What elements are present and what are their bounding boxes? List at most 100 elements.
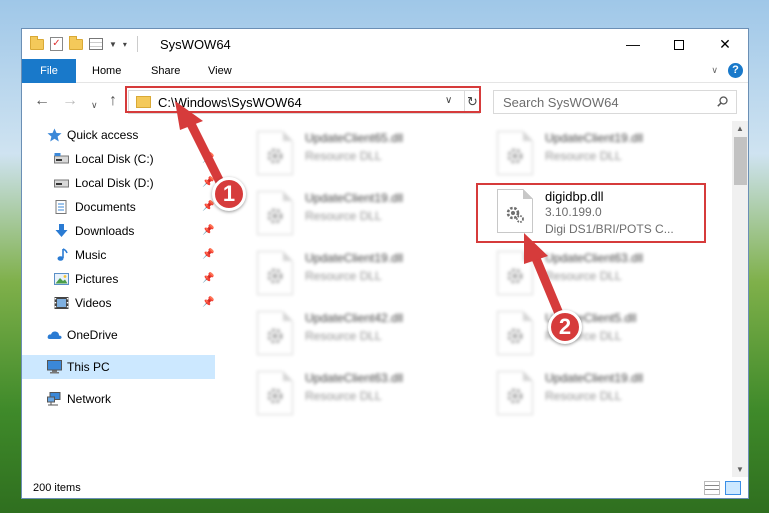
scroll-down-icon[interactable]: ▼ xyxy=(736,465,744,474)
computer-icon xyxy=(47,360,62,374)
file-name: UpdateClient42.dll xyxy=(305,311,404,325)
file-type: Resource DLL xyxy=(305,269,382,283)
quick-access-toolbar: ✓ ▼ ▾ xyxy=(30,35,138,52)
dll-file-icon xyxy=(257,311,293,355)
sidebar-item-documents[interactable]: Documents 📌 xyxy=(22,195,215,219)
sidebar-item-this-pc[interactable]: This PC xyxy=(22,355,215,379)
tab-home[interactable]: Home xyxy=(92,59,121,83)
file-type: Resource DLL xyxy=(545,149,622,163)
tab-view[interactable]: View xyxy=(208,59,232,83)
sidebar-item-label: Downloads xyxy=(75,224,135,238)
back-arrow-icon[interactable]: ← xyxy=(34,92,50,110)
dll-file-icon xyxy=(497,311,533,355)
new-folder-icon[interactable] xyxy=(69,35,83,50)
gear-icon xyxy=(507,268,523,284)
callout-step-2: 2 xyxy=(548,310,582,344)
pin-icon[interactable]: 📌 xyxy=(202,147,214,171)
sidebar-item-onedrive[interactable]: OneDrive xyxy=(22,323,215,347)
sidebar-item-downloads[interactable]: Downloads 📌 xyxy=(22,219,215,243)
pin-icon[interactable]: 📌 xyxy=(202,243,214,267)
toolbar-divider xyxy=(136,36,138,52)
dll-file-icon xyxy=(257,131,293,175)
list-item[interactable]: UpdateClient42.dll Resource DLL xyxy=(251,307,481,359)
network-icon xyxy=(47,392,61,406)
expand-ribbon-icon[interactable]: ∨ xyxy=(711,65,718,76)
list-item[interactable]: UpdateClient65.dll Resource DLL xyxy=(251,127,481,179)
file-type: Resource DLL xyxy=(305,329,382,343)
properties-check-icon[interactable]: ✓ xyxy=(50,37,63,51)
file-name: UpdateClient63.dll xyxy=(305,371,404,385)
sidebar-item-label: OneDrive xyxy=(67,328,118,342)
search-icon[interactable] xyxy=(717,96,728,107)
sidebar-item-quick-access[interactable]: Quick access xyxy=(22,123,215,147)
list-item[interactable]: UpdateClient19.dll Resource DLL xyxy=(491,367,721,419)
recent-locations-icon[interactable]: ∨ xyxy=(91,96,98,114)
sidebar-item-label: This PC xyxy=(67,360,110,374)
sidebar-item-pictures[interactable]: Pictures 📌 xyxy=(22,267,215,291)
list-item[interactable]: UpdateClient63.dll Resource DLL xyxy=(251,367,481,419)
list-item[interactable]: UpdateClient19.dll Resource DLL xyxy=(491,127,721,179)
maximize-icon xyxy=(674,40,684,51)
dll-file-icon xyxy=(497,371,533,415)
customize-toolbar-icon[interactable]: ▾ xyxy=(123,40,127,49)
help-icon[interactable]: ? xyxy=(728,63,743,78)
large-icons-view-icon[interactable] xyxy=(725,481,741,495)
gear-icon xyxy=(507,328,523,344)
minimize-button[interactable]: — xyxy=(610,29,656,59)
pin-icon[interactable]: 📌 xyxy=(202,219,214,243)
file-name: UpdateClient19.dll xyxy=(305,191,404,205)
properties-icon[interactable] xyxy=(89,38,103,50)
sidebar-item-videos[interactable]: Videos 📌 xyxy=(22,291,215,315)
list-item[interactable]: UpdateClient5.dll Resource DLL xyxy=(491,307,721,359)
close-icon: ✕ xyxy=(719,36,731,52)
star-icon xyxy=(47,128,62,142)
dll-file-icon xyxy=(497,251,533,295)
forward-arrow-icon[interactable]: → xyxy=(62,92,78,110)
cloud-icon xyxy=(47,331,62,339)
sidebar-item-local-disk-c[interactable]: Local Disk (C:) 📌 xyxy=(22,147,215,171)
file-name: UpdateClient63.dll xyxy=(545,251,644,265)
chevron-down-icon[interactable]: ▼ xyxy=(109,40,117,49)
search-placeholder: Search SysWOW64 xyxy=(503,95,619,110)
file-type: Resource DLL xyxy=(545,269,622,283)
file-name: UpdateClient19.dll xyxy=(545,371,644,385)
tab-share[interactable]: Share xyxy=(151,59,180,83)
vertical-scrollbar[interactable]: ▲ ▼ xyxy=(732,121,748,477)
dll-file-icon xyxy=(257,191,293,235)
music-icon xyxy=(57,248,68,261)
sidebar-item-music[interactable]: Music 📌 xyxy=(22,243,215,267)
tab-file[interactable]: File xyxy=(22,59,76,83)
maximize-button[interactable] xyxy=(656,29,702,59)
documents-icon xyxy=(55,200,67,214)
list-item[interactable]: UpdateClient19.dll Resource DLL xyxy=(251,247,481,299)
dll-file-icon xyxy=(257,251,293,295)
pin-icon[interactable]: 📌 xyxy=(202,267,214,291)
up-arrow-icon[interactable]: ↑ xyxy=(109,92,117,110)
gear-icon xyxy=(267,388,283,404)
list-item[interactable]: UpdateClient19.dll Resource DLL xyxy=(251,187,481,239)
close-button[interactable]: ✕ xyxy=(702,29,748,59)
callout-step-1: 1 xyxy=(212,177,246,211)
gear-icon xyxy=(507,148,523,164)
ribbon: File Home Share View ∨ ? xyxy=(22,59,748,83)
search-input[interactable]: Search SysWOW64 xyxy=(493,90,737,114)
file-name: UpdateClient19.dll xyxy=(545,131,644,145)
scroll-up-icon[interactable]: ▲ xyxy=(736,124,744,133)
pictures-icon xyxy=(54,273,69,285)
drive-icon xyxy=(54,153,69,164)
gear-icon xyxy=(267,268,283,284)
list-item[interactable]: UpdateClient63.dll Resource DLL xyxy=(491,247,721,299)
sidebar-item-label: Pictures xyxy=(75,272,119,286)
item-count: 200 items xyxy=(33,482,81,494)
file-type: Resource DLL xyxy=(305,209,382,223)
details-view-icon[interactable] xyxy=(704,481,720,495)
scroll-thumb[interactable] xyxy=(734,137,747,185)
sidebar-item-local-disk-d[interactable]: Local Disk (D:) 📌 xyxy=(22,171,215,195)
folder-icon[interactable] xyxy=(30,35,44,50)
sidebar-item-network[interactable]: Network xyxy=(22,387,215,411)
sidebar-item-label: Music xyxy=(75,248,107,262)
file-name: UpdateClient65.dll xyxy=(305,131,404,145)
video-icon xyxy=(54,297,69,309)
pin-icon[interactable]: 📌 xyxy=(202,291,214,315)
dll-file-icon xyxy=(497,131,533,175)
